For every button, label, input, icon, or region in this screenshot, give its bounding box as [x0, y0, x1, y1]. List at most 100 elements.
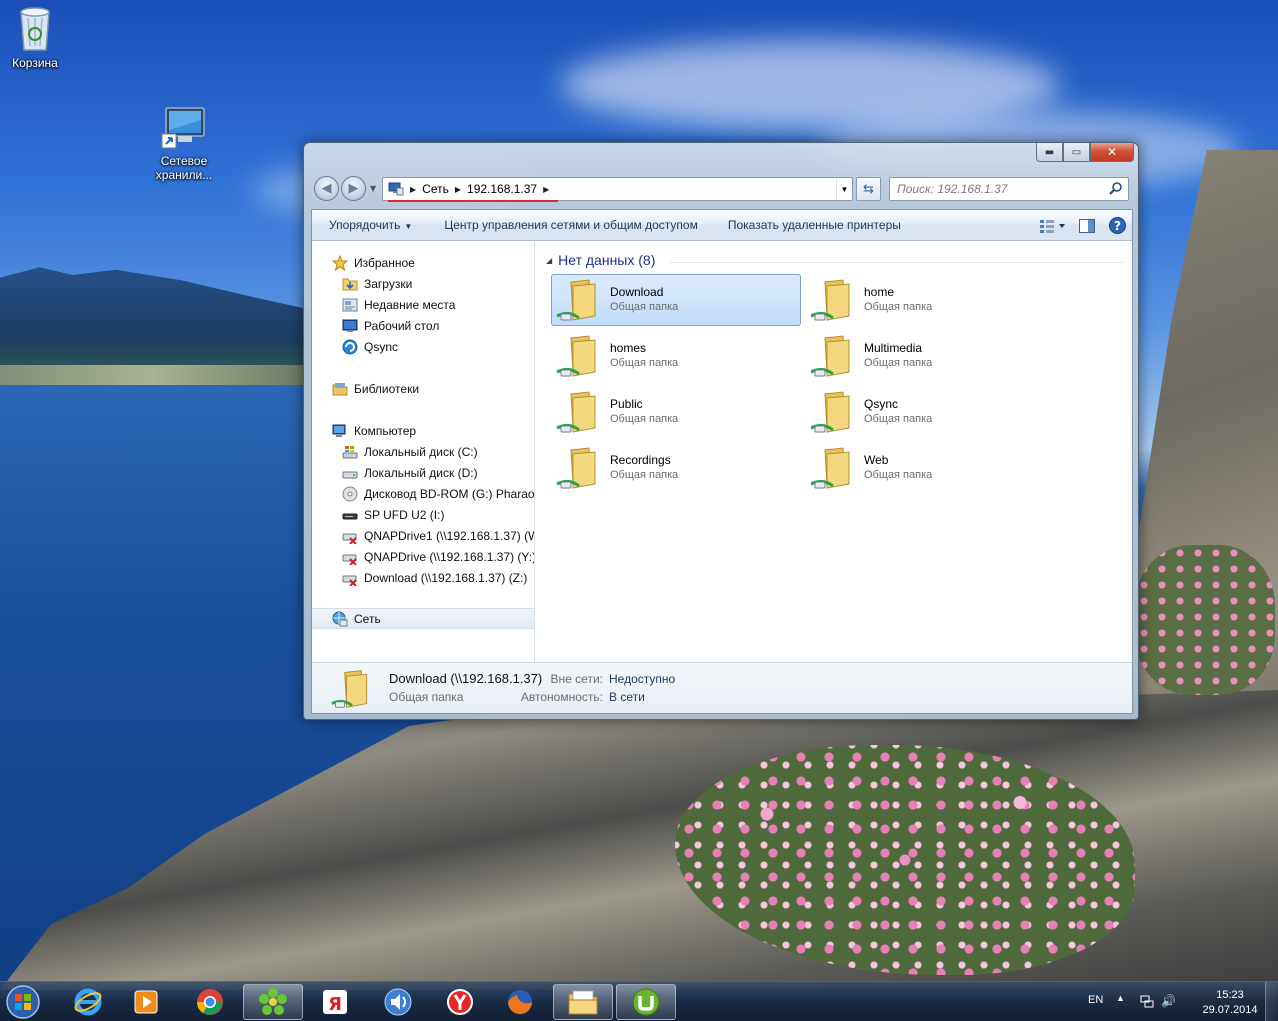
share-name: homes — [610, 341, 647, 355]
share-tile[interactable]: Public Общая папка — [551, 386, 801, 438]
share-type: Общая папка — [864, 413, 933, 425]
address-bar[interactable]: ▶ Сеть ▶ 192.168.1.37 ▶ ▼ — [382, 177, 853, 201]
nav-favorites[interactable]: Избранное — [312, 252, 534, 273]
breadcrumb-host[interactable]: 192.168.1.37 — [467, 182, 537, 196]
shared-folder-icon — [556, 447, 596, 489]
navigation-bar: ◀ ▶ ▼ ▶ Сеть ▶ 192.168.1.37 ▶ ▼ ⇆ — [312, 175, 1132, 202]
help-icon: ? — [1108, 217, 1126, 234]
share-tile[interactable]: Web Общая папка — [805, 442, 1055, 494]
usb-drive-icon — [342, 513, 358, 519]
network-center-button[interactable]: Центр управления сетями и общим доступом — [424, 218, 710, 232]
nav-network[interactable]: Сеть — [312, 608, 534, 629]
desktop-icon-recycle-bin[interactable]: Корзина — [0, 4, 75, 70]
breadcrumb-network[interactable]: Сеть — [422, 182, 449, 196]
share-tile[interactable]: homes Общая папка — [551, 330, 801, 382]
share-name: Multimedia — [864, 341, 923, 355]
back-button[interactable]: ◀ — [314, 176, 339, 201]
internet-explorer-icon — [74, 988, 102, 1016]
shared-folder-icon — [810, 279, 850, 321]
nav-qsync[interactable]: Qsync — [312, 336, 534, 357]
network-tray-icon[interactable] — [1140, 994, 1154, 1011]
nav-drive-z[interactable]: Download (\\192.168.1.37) (Z:) — [312, 567, 534, 588]
taskbar-utorrent[interactable] — [616, 984, 676, 1020]
share-tile[interactable]: Recordings Общая папка — [551, 442, 801, 494]
share-text: homes Общая папка — [610, 341, 678, 371]
organize-button[interactable]: Упорядочить ▼ — [312, 218, 424, 232]
nav-label: Сеть — [354, 611, 381, 626]
language-indicator[interactable]: EN — [1088, 994, 1103, 1006]
collapse-triangle-icon[interactable]: ◢ — [546, 256, 552, 265]
navigation-pane: Избранное Загрузки Недавние места Рабочи… — [312, 242, 535, 662]
close-button[interactable]: ✕ — [1090, 143, 1134, 162]
shared-folder-icon — [810, 391, 850, 433]
breadcrumb-arrow-icon[interactable]: ▶ — [410, 185, 416, 194]
share-tile[interactable]: Download Общая папка — [551, 274, 801, 326]
clock[interactable]: 15:23 29.07.2014 — [1188, 988, 1272, 1018]
nav-computer[interactable]: Компьютер — [312, 420, 534, 441]
nav-drive-y[interactable]: QNAPDrive (\\192.168.1.37) (Y:) — [312, 546, 534, 567]
taskbar-media-center[interactable] — [116, 984, 176, 1020]
taskbar-audio[interactable] — [368, 984, 428, 1020]
group-header[interactable]: ◢ Нет данных (8) — [546, 252, 655, 268]
volume-icon[interactable]: 🔊 — [1161, 994, 1176, 1008]
command-bar: Упорядочить ▼ Центр управления сетями и о… — [312, 210, 1132, 241]
breadcrumb-arrow-icon[interactable]: ▶ — [543, 185, 549, 194]
shared-folder-icon — [556, 391, 596, 433]
content-pane: ◢ Нет данных (8) Download Общая папка home… — [536, 242, 1132, 662]
nav-drive-i[interactable]: SP UFD U2 (I:) — [312, 504, 534, 525]
star-icon — [332, 254, 348, 271]
view-options-button[interactable] — [1032, 210, 1072, 241]
desktop-icon-label: Корзина — [12, 56, 58, 70]
network-status-icon — [1140, 995, 1154, 1008]
wallpaper-shore — [0, 365, 305, 387]
group-divider — [670, 262, 1125, 263]
show-hidden-icons-icon[interactable]: ▲ — [1116, 993, 1125, 1003]
recent-places-icon — [342, 298, 358, 311]
taskbar-explorer[interactable] — [553, 984, 613, 1020]
nav-drive-c[interactable]: Локальный диск (C:) — [312, 441, 534, 462]
nav-label: Загрузки — [364, 276, 413, 291]
minimize-button[interactable]: ▬ — [1036, 143, 1063, 162]
nav-label: Рабочий стол — [364, 318, 440, 333]
show-printers-button[interactable]: Показать удаленные принтеры — [710, 218, 913, 232]
search-icon[interactable] — [1109, 181, 1123, 195]
shared-folder-icon — [810, 335, 850, 377]
nav-desktop[interactable]: Рабочий стол — [312, 315, 534, 336]
taskbar-yandex[interactable]: Я — [305, 984, 365, 1020]
nav-drive-d[interactable]: Локальный диск (D:) — [312, 462, 534, 483]
recent-pages-chevron-icon[interactable]: ▼ — [370, 184, 378, 193]
network-icon — [388, 182, 404, 196]
share-tile[interactable]: Qsync Общая папка — [805, 386, 1055, 438]
desktop-icon-network-storage[interactable]: Сетевое хранили... — [144, 106, 224, 182]
show-desktop-button[interactable] — [1265, 982, 1278, 1021]
help-button[interactable]: ? — [1102, 210, 1132, 241]
search-box[interactable] — [889, 177, 1129, 201]
yandex-icon: Я — [323, 990, 347, 1015]
address-dropdown-icon[interactable]: ▼ — [836, 178, 852, 200]
organize-label: Упорядочить — [329, 218, 401, 232]
taskbar-yandex-browser[interactable] — [430, 984, 490, 1020]
forward-button[interactable]: ▶ — [341, 176, 366, 201]
nav-drive-w[interactable]: QNAPDrive1 (\\192.168.1.37) (W:) — [312, 525, 534, 546]
taskbar-chrome[interactable] — [180, 984, 240, 1020]
start-button[interactable] — [3, 983, 43, 1021]
preview-pane-button[interactable] — [1072, 210, 1102, 241]
nav-label: Локальный диск (C:) — [364, 444, 478, 459]
media-center-icon — [134, 990, 158, 1014]
details-offline-value: Недоступно — [609, 672, 676, 686]
taskbar-icq[interactable] — [243, 984, 303, 1020]
preview-pane-icon — [1079, 218, 1095, 233]
taskbar-firefox[interactable] — [490, 984, 550, 1020]
explorer-window[interactable]: ▬ ▭ ✕ ◀ ▶ ▼ ▶ Сеть ▶ 192.168.1.37 ▶ ▼ ⇆ — [303, 142, 1139, 720]
share-tile[interactable]: Multimedia Общая папка — [805, 330, 1055, 382]
search-input[interactable] — [897, 182, 1097, 196]
nav-downloads[interactable]: Загрузки — [312, 273, 534, 294]
share-tile[interactable]: home Общая папка — [805, 274, 1055, 326]
taskbar-internet-explorer[interactable] — [58, 984, 118, 1020]
maximize-button[interactable]: ▭ — [1063, 143, 1090, 162]
nav-libraries[interactable]: Библиотеки — [312, 378, 534, 399]
nav-drive-g[interactable]: Дисковод BD-ROM (G:) Pharaoh — [312, 483, 534, 504]
refresh-button[interactable]: ⇆ — [856, 177, 881, 201]
breadcrumb-arrow-icon[interactable]: ▶ — [455, 185, 461, 194]
nav-recent-places[interactable]: Недавние места — [312, 294, 534, 315]
